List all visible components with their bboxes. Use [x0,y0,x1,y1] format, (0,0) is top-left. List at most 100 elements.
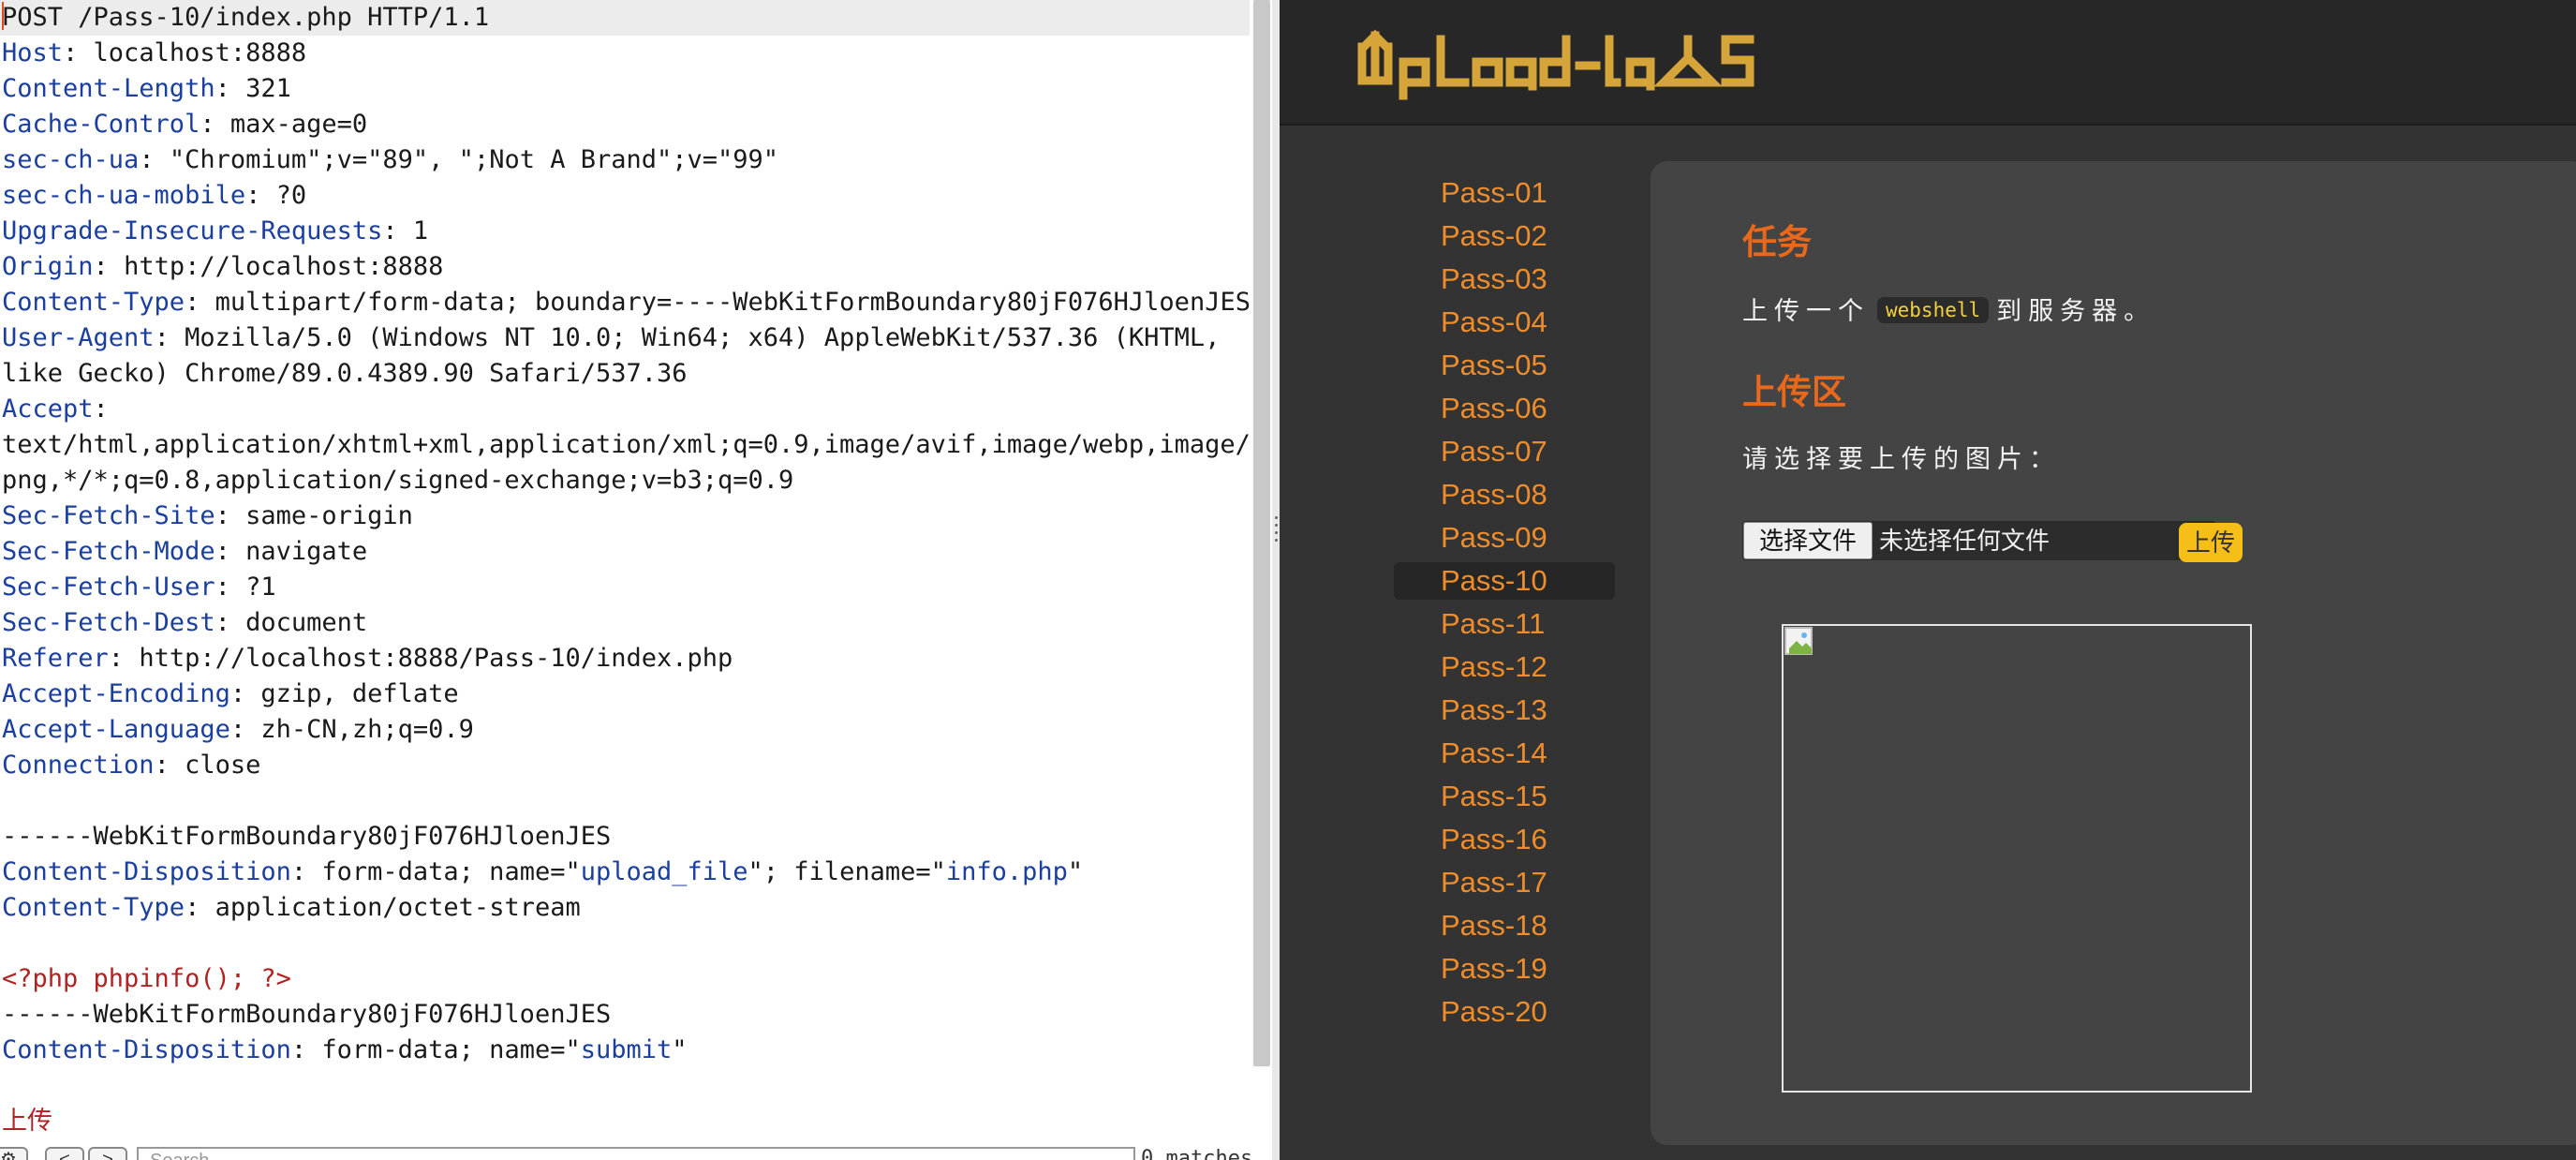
header-value: gzip, deflate [260,679,459,708]
search-input[interactable]: Search... [137,1147,1135,1160]
header-separator: : [215,537,246,566]
raw-request-pane: POST /Pass-10/index.php HTTP/1.1 Host: lo… [0,0,1272,1160]
header-name: Sec-Fetch-Site [2,501,215,530]
header-value: zh-CN,zh;q=0.9 [260,715,474,744]
header-name: Accept-Language [2,715,230,744]
nav-item-pass-15[interactable]: Pass-15 [1394,778,1615,815]
request-line: text/html,application/xhtml+xml,applicat… [0,427,1266,463]
next-match-button[interactable]: > [88,1147,127,1160]
request-line: Content-Type: application/octet-stream [0,890,1250,926]
task-description: 上传一个 webshell 到服务器。 [1742,290,2155,327]
task-suffix: 到服务器。 [1996,297,2156,325]
quoted-value: upload_file [580,857,748,886]
header-value: ?1 [245,573,276,602]
header-name: Content-Type [2,288,185,317]
request-line: png,*/*;q=0.8,application/signed-exchang… [0,463,1250,498]
header-separator: : [215,501,246,530]
request-line: Content-Type: multipart/form-data; bound… [0,285,1251,320]
header-name: Content-Type [2,893,185,922]
nav-item-pass-07[interactable]: Pass-07 [1394,433,1615,470]
editor-scrollbar-thumb[interactable] [1253,0,1270,1066]
site-logo[interactable] [1349,21,1789,110]
nav-item-pass-10[interactable]: Pass-10 [1394,562,1615,600]
nav-item-pass-03[interactable]: Pass-03 [1394,260,1615,298]
header-name: Sec-Fetch-Dest [2,608,215,637]
header-value: form-data; name=" [321,1035,581,1064]
nav-item-pass-17[interactable]: Pass-17 [1394,864,1615,901]
request-line: Sec-Fetch-User: ?1 [0,570,1250,605]
request-line: Upgrade-Insecure-Requests: 1 [0,214,1250,249]
header-name: Cache-Control [2,110,200,139]
pane-splitter[interactable] [1272,0,1280,1160]
header-name: Content-Disposition [2,1035,291,1064]
header-value: "; filename=" [748,857,946,886]
header-value: " [672,1035,688,1064]
request-line: Sec-Fetch-Mode: navigate [0,534,1250,570]
nav-item-pass-08[interactable]: Pass-08 [1394,476,1615,513]
site-header [1280,0,2576,126]
header-name: Connection [2,751,155,780]
header-value: Mozilla/5.0 (Windows NT 10.0; Win64; x64… [185,323,1221,352]
nav-item-pass-01[interactable]: Pass-01 [1394,174,1615,212]
nav-item-pass-11[interactable]: Pass-11 [1394,605,1615,643]
header-separator: : [229,715,261,744]
nav-item-pass-06[interactable]: Pass-06 [1394,390,1615,427]
request-line: like Gecko) Chrome/89.0.4389.90 Safari/5… [0,356,1250,392]
header-separator: : [245,181,276,210]
request-line: Accept-Encoding: gzip, deflate [0,677,1250,712]
header-value: localhost:8888 [93,38,307,67]
request-line: Referer: http://localhost:8888/Pass-10/i… [0,641,1250,677]
request-line: Host: localhost:8888 [0,36,1250,71]
task-title: 任务 [1742,223,1812,261]
header-separator: : [200,110,230,139]
request-line: Content-Disposition: form-data; name="up… [0,855,1250,890]
body-text: <?php phpinfo(); ?> [2,964,291,993]
request-line: Connection: close [0,748,1250,783]
nav-item-pass-12[interactable]: Pass-12 [1394,648,1615,686]
nav-item-pass-19[interactable]: Pass-19 [1394,950,1615,988]
nav-item-pass-04[interactable]: Pass-04 [1394,304,1615,341]
nav-item-pass-02[interactable]: Pass-02 [1394,217,1615,255]
request-line [0,783,1250,819]
header-name: Content-Disposition [2,857,291,886]
raw-request-editor[interactable]: POST /Pass-10/index.php HTTP/1.1 Host: lo… [0,0,1266,1139]
header-value: "Chromium";v="89", ";Not A Brand";v="99" [169,145,779,174]
header-name: Origin [2,252,94,281]
header-name: Host [2,38,64,67]
nav-item-pass-09[interactable]: Pass-09 [1394,519,1615,557]
choose-file-button[interactable]: 选择文件 [1743,522,1873,559]
request-line: sec-ch-ua-mobile: ?0 [0,178,1250,214]
request-line: Content-Disposition: form-data; name="su… [0,1033,1250,1068]
file-status: 未选择任何文件 [1879,527,2050,555]
file-input[interactable]: 选择文件 未选择任何文件 [1742,521,2216,560]
body-text: POST /Pass-10/index.php HTTP/1.1 [2,3,490,32]
body-text: like Gecko) Chrome/89.0.4389.90 Safari/5… [2,359,688,388]
header-value: navigate [245,537,368,566]
header-name: Accept-Encoding [2,679,230,708]
content-panel: 任务 上传一个 webshell 到服务器。 上传区 请选择要上传的图片： 选择文件… [1651,161,2576,1145]
header-name: Referer [2,644,109,673]
header-value: " [1067,857,1084,886]
broken-image-icon [1784,627,1813,655]
previous-match-button[interactable]: < [45,1147,84,1160]
header-value: document [245,608,368,637]
header-value: close [185,751,261,780]
pass-nav: Pass-01 Pass-02 Pass-03 Pass-04 Pass-05 Pass-… [1394,174,1615,1036]
upload-button[interactable]: 上传 [2179,523,2243,562]
nav-item-pass-18[interactable]: Pass-18 [1394,907,1615,944]
nav-item-pass-16[interactable]: Pass-16 [1394,821,1615,858]
settings-icon[interactable]: ⚙ [0,1147,28,1160]
body-text: png,*/*;q=0.8,application/signed-exchang… [2,466,794,495]
header-value: max-age=0 [229,110,368,139]
header-name: Upgrade-Insecure-Requests [2,216,383,245]
header-name: Content-Length [2,74,215,103]
body-text: text/html,application/xhtml+xml,applicat… [2,430,1266,459]
request-line: Accept-Language: zh-CN,zh;q=0.9 [0,712,1250,748]
nav-item-pass-05[interactable]: Pass-05 [1394,347,1615,384]
request-line: <?php phpinfo(); ?> [0,961,1250,997]
nav-item-pass-13[interactable]: Pass-13 [1394,692,1615,729]
nav-item-pass-14[interactable]: Pass-14 [1394,735,1615,772]
header-separator: : [93,252,125,281]
header-value: form-data; name=" [321,857,581,886]
nav-item-pass-20[interactable]: Pass-20 [1394,993,1615,1031]
